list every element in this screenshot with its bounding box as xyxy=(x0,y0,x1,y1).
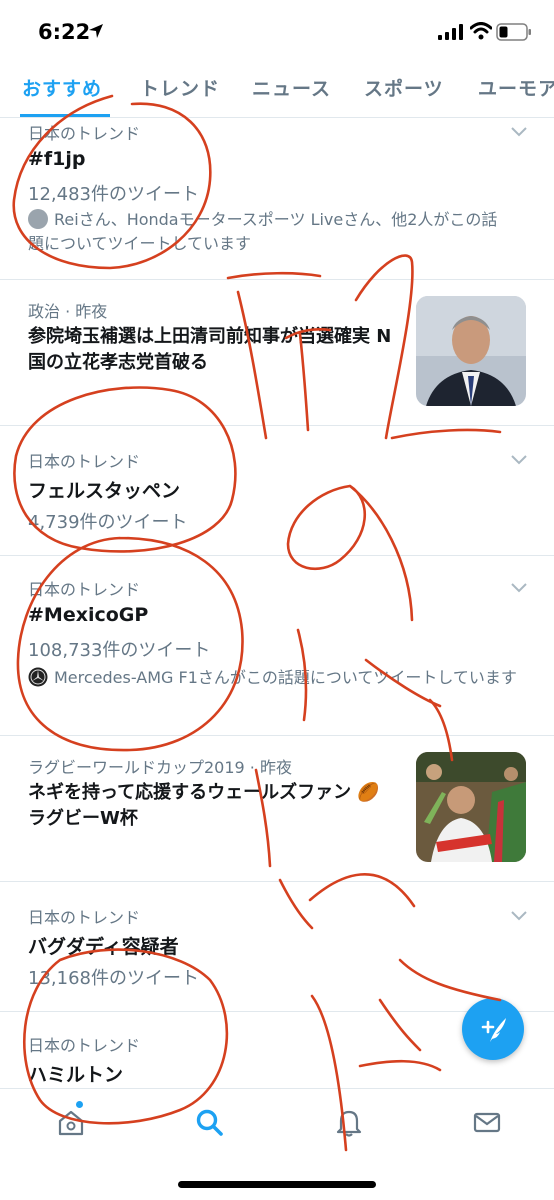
trend-feed: 日本のトレンド #f1jp 12,483件のツイート Reiさん、Hondaモー… xyxy=(0,118,554,1088)
tab-trends[interactable]: トレンド xyxy=(140,74,220,101)
compose-tweet-icon xyxy=(481,1018,506,1042)
trend-meta: 日本のトレンド xyxy=(28,1036,141,1055)
news-headline: 参院埼玉補選は上田清司前知事が当選確実 N国の立花孝志党首破る xyxy=(28,326,392,373)
mail-icon[interactable] xyxy=(472,1107,502,1137)
tweet-count: 108,733件のツイート xyxy=(28,640,211,661)
tweet-count: 12,483件のツイート xyxy=(28,184,199,205)
bell-icon[interactable] xyxy=(334,1107,364,1137)
tweet-count: 13,168件のツイート xyxy=(28,968,199,989)
trend-meta: 日本のトレンド xyxy=(28,452,141,471)
news-meta: 政治 · 昨夜 xyxy=(28,302,108,321)
trend-title: ハミルトン xyxy=(28,1064,124,1086)
tab-recommended[interactable]: おすすめ xyxy=(22,74,102,101)
battery-icon xyxy=(496,23,531,41)
chevron-down-icon[interactable] xyxy=(510,454,528,466)
home-indicator xyxy=(178,1181,376,1188)
news-item-rugby[interactable]: ラグビーワールドカップ2019 · 昨夜 ネギを持って応援するウェールズファン … xyxy=(0,736,554,882)
tab-sports[interactable]: スポーツ xyxy=(364,74,444,101)
avatar xyxy=(28,209,48,229)
trend-title: #f1jp xyxy=(28,148,86,170)
search-icon[interactable] xyxy=(194,1107,224,1137)
trend-context-text: Reiさん、Hondaモータースポーツ Liveさん、他2人がこの話題についてツ… xyxy=(28,210,498,253)
tweet-count: 4,739件のツイート xyxy=(28,512,188,533)
chevron-down-icon[interactable] xyxy=(510,582,528,594)
trend-item-mexicogp[interactable]: 日本のトレンド #MexicoGP 108,733件のツイート Mercedes… xyxy=(0,556,554,736)
trend-context: Mercedes-AMG F1さんがこの話題についてツイートしています xyxy=(28,666,518,690)
explore-tabs: おすすめ トレンド ニュース スポーツ ユーモア xyxy=(0,64,554,118)
wifi-icon xyxy=(470,22,492,40)
news-item-election[interactable]: 政治 · 昨夜 参院埼玉補選は上田清司前知事が当選確実 N国の立花孝志党首破る xyxy=(0,280,554,426)
trend-title: フェルスタッペン xyxy=(28,480,181,502)
trend-meta: 日本のトレンド xyxy=(28,124,141,143)
cellular-signal-icon xyxy=(438,24,463,40)
trend-meta: 日本のトレンド xyxy=(28,908,141,927)
trend-meta: 日本のトレンド xyxy=(28,580,141,599)
location-arrow-icon xyxy=(89,24,103,38)
news-thumbnail xyxy=(416,752,526,862)
news-headline: ネギを持って応援するウェールズファン 🏉 ラグビーW杯 xyxy=(28,782,380,829)
trend-item-baghdadi[interactable]: 日本のトレンド バグダディ容疑者 13,168件のツイート xyxy=(0,882,554,1012)
news-meta: ラグビーワールドカップ2019 · 昨夜 xyxy=(28,758,292,777)
trend-item-verstappen[interactable]: 日本のトレンド フェルスタッペン 4,739件のツイート xyxy=(0,426,554,556)
trend-context: Reiさん、Hondaモータースポーツ Liveさん、他2人がこの話題についてツ… xyxy=(28,208,508,256)
news-thumbnail xyxy=(416,296,526,406)
mercedes-logo-icon xyxy=(28,667,48,687)
status-bar: 6:22 xyxy=(0,0,554,64)
trend-item-f1jp[interactable]: 日本のトレンド #f1jp 12,483件のツイート Reiさん、Hondaモー… xyxy=(0,118,554,280)
trend-title: バグダディ容疑者 xyxy=(28,936,179,958)
tab-humor[interactable]: ユーモア xyxy=(478,74,554,101)
trend-title: #MexicoGP xyxy=(28,604,149,626)
bottom-tab-bar xyxy=(0,1088,554,1200)
status-time: 6:22 xyxy=(38,20,91,44)
chevron-down-icon[interactable] xyxy=(510,126,528,138)
tab-news[interactable]: ニュース xyxy=(252,74,331,101)
chevron-down-icon[interactable] xyxy=(510,910,528,922)
trend-context-text: Mercedes-AMG F1さんがこの話題についてツイートしています xyxy=(54,668,517,687)
compose-tweet-button[interactable] xyxy=(462,998,524,1060)
home-icon[interactable] xyxy=(56,1107,86,1137)
notification-dot xyxy=(76,1101,83,1108)
